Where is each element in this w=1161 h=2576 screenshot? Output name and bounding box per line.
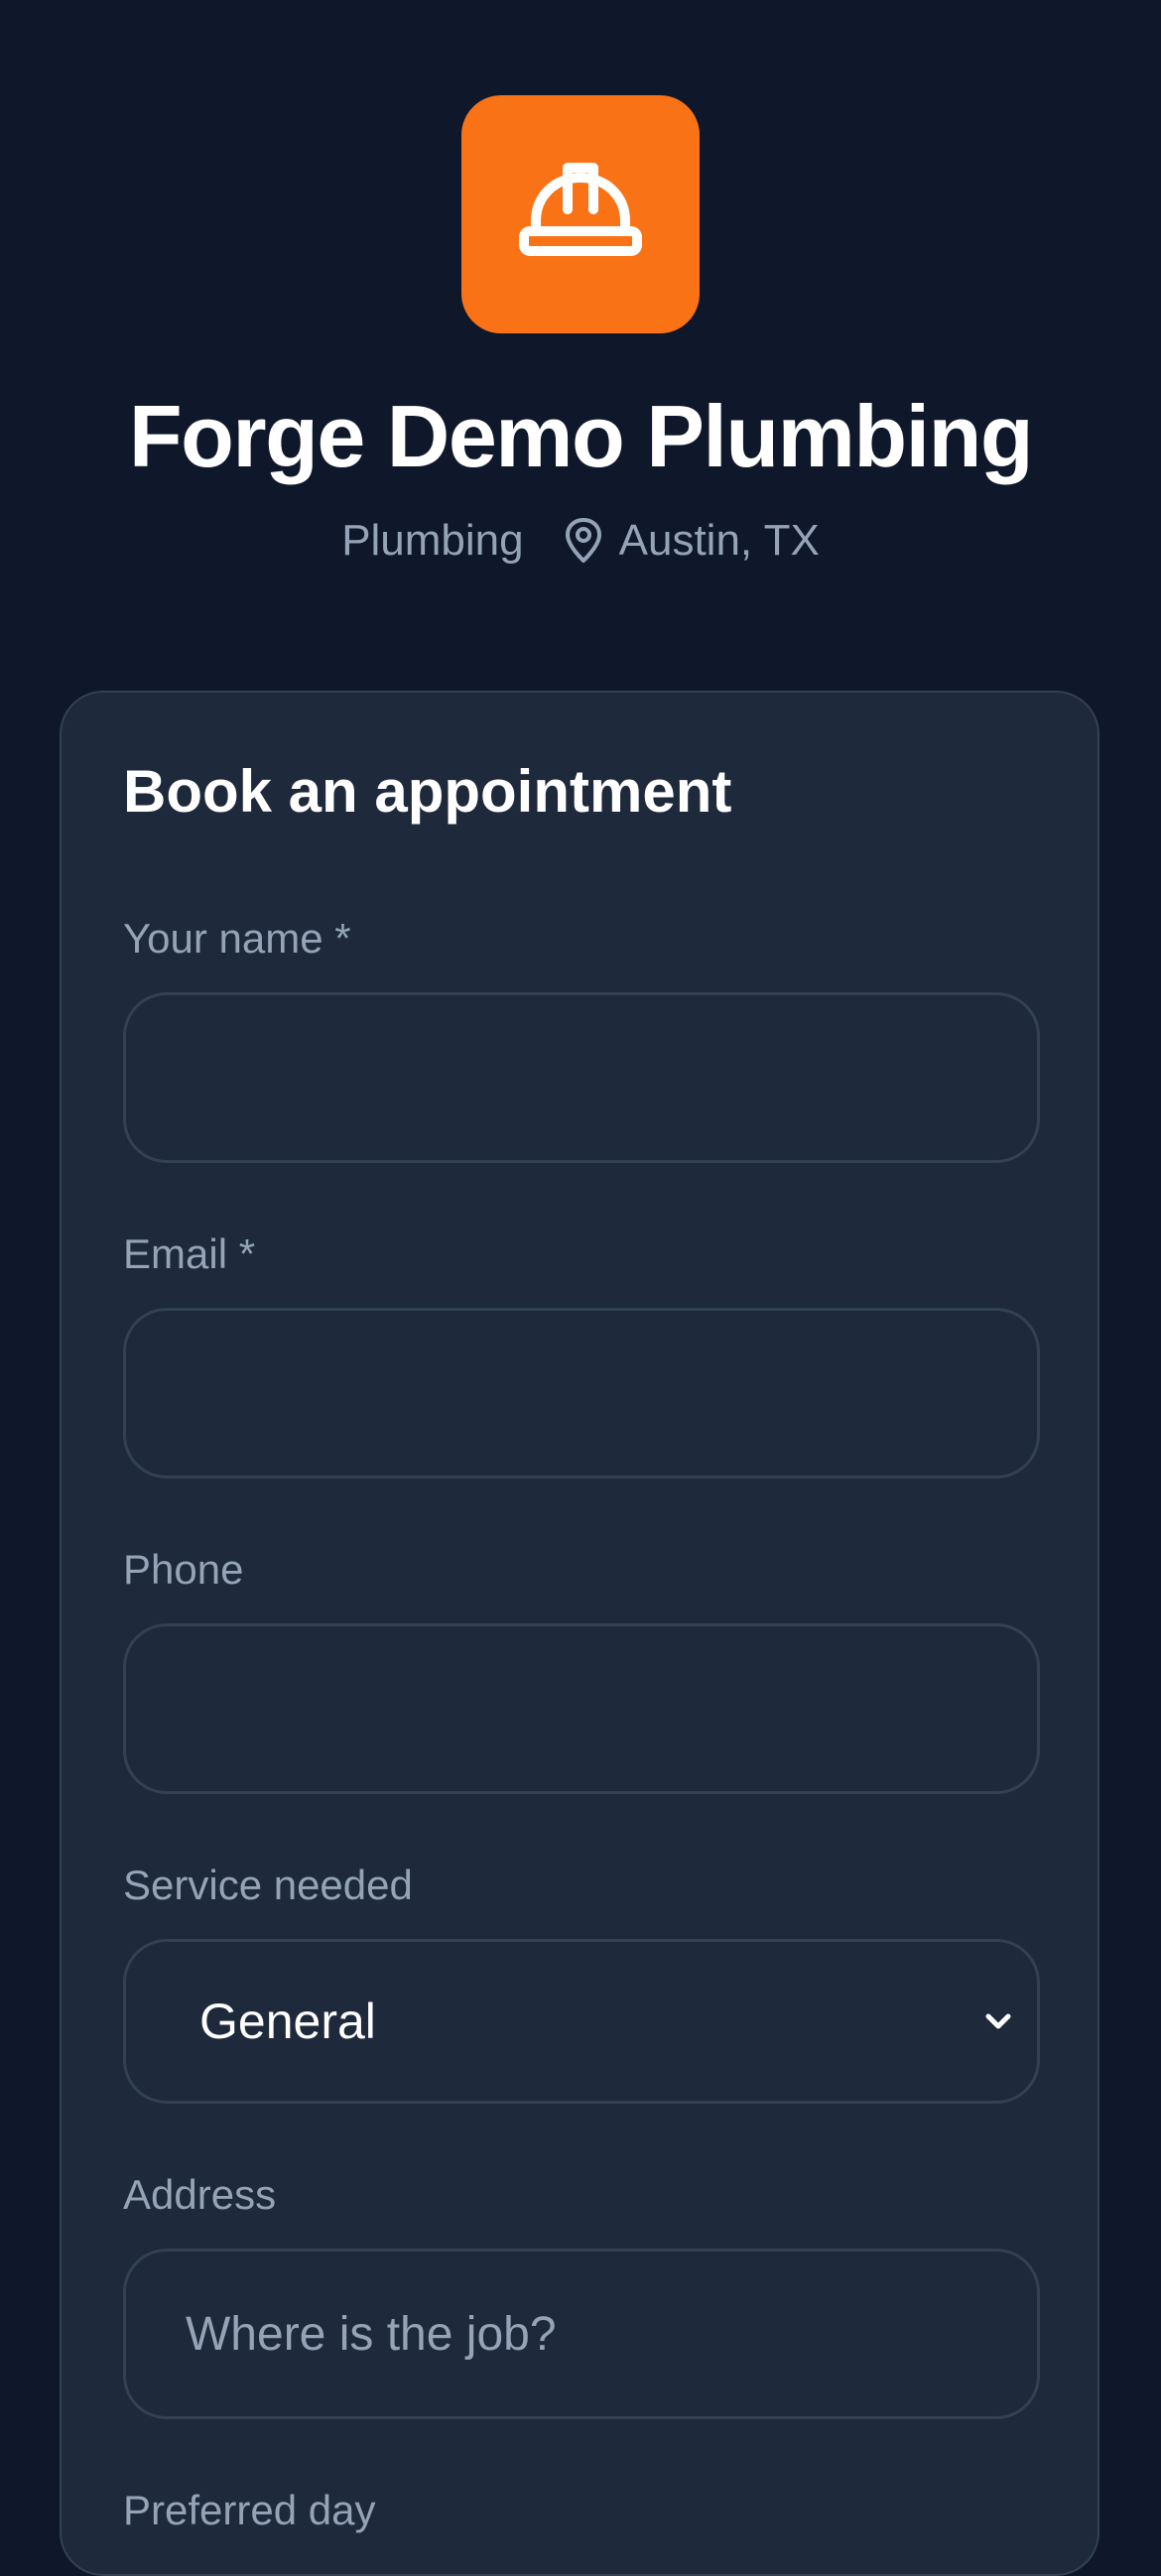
service-select[interactable]: General (123, 1939, 1040, 2104)
service-label: Service needed (123, 1862, 413, 1908)
email-label: Email * (123, 1230, 256, 1277)
name-input[interactable] (123, 992, 1040, 1163)
booking-form-card: Book an appointment Your name * Email * … (60, 691, 1099, 2576)
business-name: Forge Demo Plumbing (128, 387, 1034, 485)
phone-input[interactable] (123, 1623, 1040, 1794)
service-select-value: General (199, 1994, 376, 2049)
address-input[interactable] (123, 2249, 1040, 2419)
address-label: Address (123, 2171, 277, 2218)
map-pin-icon (564, 518, 603, 564)
hard-hat-icon (519, 163, 642, 256)
business-meta: Plumbing Austin, TX (0, 511, 1161, 571)
email-input[interactable] (123, 1308, 1040, 1479)
phone-label: Phone (123, 1546, 244, 1593)
business-category: Plumbing (341, 516, 524, 565)
chevron-down-icon (981, 2009, 1015, 2033)
form-title: Book an appointment (123, 758, 732, 825)
preferred-day-label: Preferred day (123, 2487, 376, 2533)
business-logo (461, 95, 700, 333)
name-label: Your name * (123, 915, 351, 962)
business-location: Austin, TX (618, 516, 820, 565)
